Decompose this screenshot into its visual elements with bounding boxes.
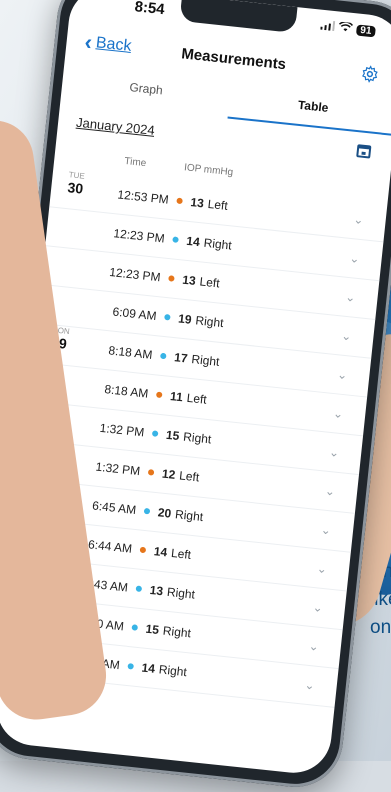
eye-indicator-dot [164,313,171,321]
calendar-icon [356,144,372,159]
eye-label: Right [166,584,196,602]
chevron-down-icon[interactable]: ⌄ [353,212,364,227]
iop-value: 13 Right [149,583,196,602]
iop-value: 14 Left [153,544,192,562]
eye-indicator-dot [168,275,175,282]
iop-number: 12 [161,466,177,482]
eye-label: Right [194,313,225,331]
iop-value: 20 Right [157,505,204,524]
chevron-down-icon[interactable]: ⌄ [324,484,335,499]
eye-label: Right [174,507,204,525]
measurement-time: 1:32 PM [94,459,141,479]
iop-value: 17 Right [174,350,221,369]
iop-number: 20 [157,505,172,521]
signal-icon [320,19,336,34]
iop-value: 13 Left [190,195,229,213]
iop-value: 12 Left [161,467,200,485]
iop-value: 15 Right [165,428,212,447]
eye-indicator-dot [131,624,139,631]
eye-label: Left [207,196,229,213]
measurement-time: 6:09 AM [111,304,158,324]
eye-label: Left [186,390,208,407]
chevron-down-icon[interactable]: ⌄ [337,367,348,382]
measurement-time: 8:18 AM [107,343,154,362]
iop-value: 14 Right [186,234,233,253]
iop-number: 15 [165,427,181,444]
eye-indicator-dot [176,197,183,205]
iop-number: 11 [169,389,184,405]
iop-number: 13 [189,195,205,211]
battery-icon: 91 [355,23,376,37]
eye-indicator-dot [172,236,179,243]
eye-indicator-dot [135,585,143,593]
chevron-down-icon[interactable]: ⌄ [328,445,339,460]
iop-number: 13 [149,582,164,599]
gear-icon [362,65,378,83]
caption-line-3: onl [370,617,391,638]
eye-indicator-dot [160,352,167,360]
settings-button[interactable] [360,64,380,84]
iop-value: 11 Left [169,389,207,407]
status-icons: 91 [320,19,376,39]
chevron-down-icon[interactable]: ⌄ [345,290,356,305]
chevron-down-icon[interactable]: ⌄ [308,639,319,654]
iop-number: 15 [144,621,160,638]
iop-number: 19 [177,311,193,327]
eye-label: Left [170,545,192,562]
eye-label: Right [203,235,233,253]
chevron-down-icon[interactable]: ⌄ [312,600,323,615]
chevron-down-icon[interactable]: ⌄ [304,678,315,693]
iop-number: 14 [140,660,156,676]
calendar-button[interactable] [356,144,374,162]
eye-indicator-dot [143,507,151,515]
iop-value: 19 Right [178,311,225,330]
eye-indicator-dot [147,469,155,476]
status-time: 8:54 [133,0,166,19]
wifi-icon [338,21,353,36]
measurement-time: 12:23 PM [108,264,162,285]
eye-indicator-dot [127,663,134,670]
eye-label: Left [198,274,221,291]
day-label: TUE 30 [55,169,97,198]
measurement-time: 12:53 PM [116,187,170,207]
iop-value: 15 Right [145,622,192,641]
day-number: 30 [66,179,84,197]
eye-label: Right [182,429,212,447]
column-header-iop: IOP mmHg [183,162,234,179]
iop-value: 13 Left [182,273,221,291]
eye-label: Right [162,623,192,641]
chevron-down-icon[interactable]: ⌄ [341,329,352,344]
iop-value: 14 Right [141,661,188,680]
measurement-time: 1:32 PM [99,420,145,440]
chevron-down-icon[interactable]: ⌄ [332,406,343,421]
chevron-down-icon[interactable]: ⌄ [316,561,327,576]
eye-indicator-dot [139,546,147,554]
eye-label: Right [190,352,221,369]
measurement-time: 8:18 AM [103,382,150,401]
eye-label: Left [178,468,200,485]
chevron-down-icon[interactable]: ⌄ [349,251,360,266]
column-header-time: Time [123,155,147,170]
iop-number: 17 [173,350,189,366]
eye-indicator-dot [151,430,159,437]
iop-number: 13 [181,272,197,288]
iop-number: 14 [185,233,201,250]
measurement-time: 12:23 PM [112,226,166,246]
eye-indicator-dot [155,391,163,399]
chevron-down-icon[interactable]: ⌄ [320,523,331,538]
eye-label: Right [158,662,188,680]
month-label[interactable]: January 2024 [75,115,155,138]
iop-number: 14 [153,544,168,560]
